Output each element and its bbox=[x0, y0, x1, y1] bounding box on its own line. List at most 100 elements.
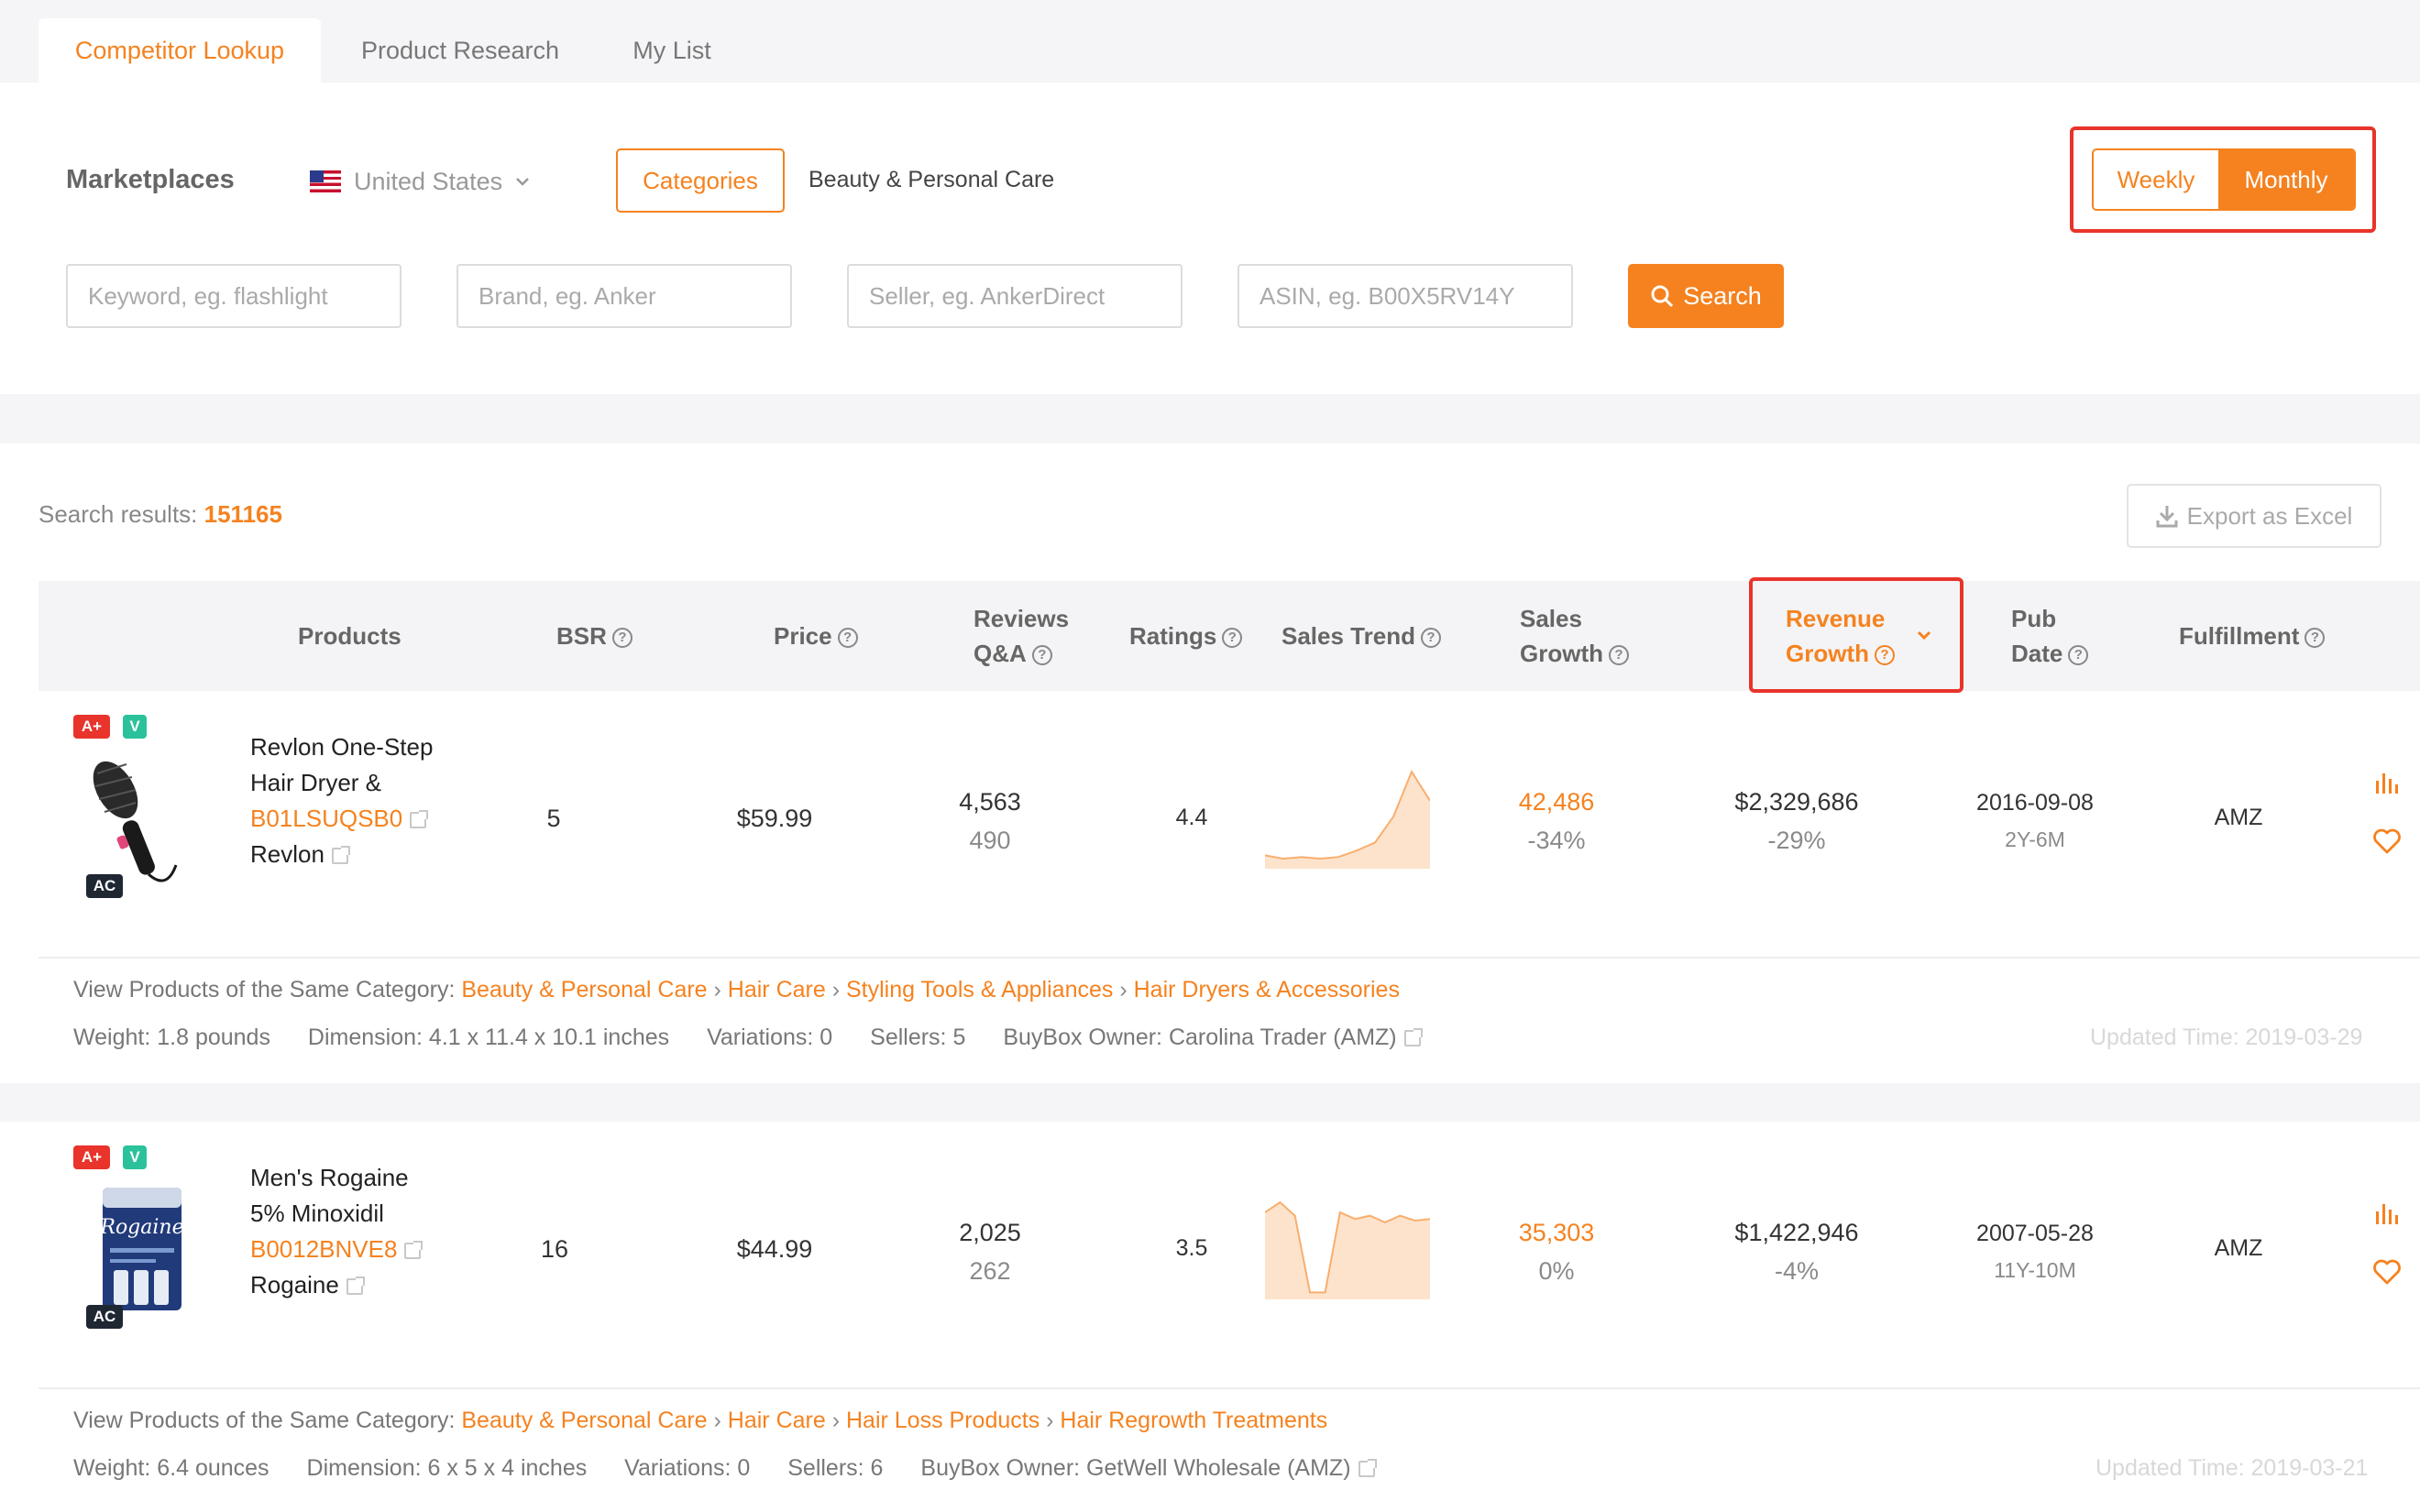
product-image[interactable]: Rogaine bbox=[95, 1184, 187, 1314]
age-value: 2Y-6M bbox=[2005, 827, 2065, 851]
product-title[interactable]: Revlon One-Step bbox=[250, 729, 433, 765]
product-title-cont[interactable]: 5% Minoxidil bbox=[250, 1196, 421, 1232]
heart-icon[interactable] bbox=[2372, 1259, 2402, 1285]
sort-desc-icon[interactable] bbox=[1916, 629, 1932, 641]
column-reviews-label: Reviews bbox=[974, 605, 1070, 632]
weight: Weight: 1.8 pounds bbox=[73, 1024, 270, 1050]
column-date-label: Date bbox=[2011, 640, 2063, 667]
reviews-cell: 4,563 490 bbox=[935, 783, 1045, 860]
fulfillment-value: AMZ bbox=[2214, 1235, 2263, 1261]
external-link-icon[interactable] bbox=[410, 810, 429, 829]
column-products[interactable]: Products bbox=[298, 619, 402, 653]
variations: Variations: 0 bbox=[707, 1024, 833, 1050]
external-link-icon[interactable] bbox=[331, 846, 350, 865]
updated-time: Updated Time: 2019-03-29 bbox=[2090, 1024, 2363, 1050]
brand-name[interactable]: Revlon bbox=[250, 840, 324, 868]
tab-my-list[interactable]: My List bbox=[605, 18, 739, 82]
external-link-icon[interactable] bbox=[1358, 1459, 1377, 1478]
marketplace-value: United States bbox=[354, 167, 503, 195]
column-revenue-growth[interactable]: Revenue Growth? bbox=[1786, 601, 1895, 671]
reviews-count: 2,025 bbox=[959, 1219, 1021, 1246]
sellers: Sellers: 5 bbox=[870, 1024, 966, 1050]
svg-text:Rogaine: Rogaine bbox=[99, 1216, 183, 1239]
column-reviews-qa[interactable]: Reviews Q&A? bbox=[974, 601, 1069, 671]
external-link-icon[interactable] bbox=[346, 1276, 365, 1296]
revenue-value: $1,422,946 bbox=[1734, 1219, 1859, 1246]
column-sales-trend-label: Sales Trend bbox=[1282, 622, 1415, 650]
aplus-badge: A+ bbox=[73, 1145, 110, 1169]
asin-link[interactable]: B01LSUQSB0 bbox=[250, 805, 402, 832]
bar-chart-icon[interactable] bbox=[2374, 1202, 2402, 1226]
tab-bar: Competitor Lookup Product Research My Li… bbox=[0, 0, 2420, 82]
export-label: Export as Excel bbox=[2186, 501, 2353, 530]
help-icon[interactable]: ? bbox=[1875, 645, 1895, 666]
column-pub-date[interactable]: Pub Date? bbox=[2011, 601, 2089, 671]
product-specs: Weight: 6.4 ounces Dimension: 6 x 5 x 4 … bbox=[73, 1455, 1377, 1482]
marketplaces-label: Marketplaces bbox=[66, 165, 235, 194]
monthly-button[interactable]: Monthly bbox=[2218, 150, 2354, 209]
revenue-growth-value: -4% bbox=[1774, 1257, 1819, 1285]
amazons-choice-badge: AC bbox=[86, 874, 123, 898]
category-link[interactable]: Hair Loss Products bbox=[846, 1408, 1040, 1433]
column-fulfillment[interactable]: Fulfillment? bbox=[2179, 619, 2326, 653]
seller-input[interactable]: Seller, eg. AnkerDirect bbox=[847, 264, 1182, 328]
help-icon[interactable]: ? bbox=[1031, 645, 1052, 666]
sellers: Sellers: 6 bbox=[787, 1455, 884, 1481]
asin-link[interactable]: B0012BNVE8 bbox=[250, 1235, 397, 1263]
sales-cell: 42,486 -34% bbox=[1492, 783, 1621, 860]
column-sales-growth[interactable]: Sales Growth? bbox=[1520, 601, 1629, 671]
asin-input[interactable]: ASIN, eg. B00X5RV14Y bbox=[1238, 264, 1573, 328]
tab-product-research[interactable]: Product Research bbox=[339, 18, 581, 82]
external-link-icon[interactable] bbox=[1403, 1028, 1423, 1047]
help-icon[interactable]: ? bbox=[2304, 628, 2326, 649]
help-icon[interactable]: ? bbox=[837, 628, 858, 649]
column-price[interactable]: Price? bbox=[774, 619, 858, 653]
categories-button[interactable]: Categories bbox=[616, 148, 785, 213]
marketplace-select[interactable]: United States bbox=[310, 161, 530, 202]
export-excel-button[interactable]: Export as Excel bbox=[2127, 484, 2382, 548]
category-path: View Products of the Same Category: Beau… bbox=[73, 1408, 1328, 1433]
column-ratings[interactable]: Ratings? bbox=[1129, 619, 1243, 653]
weekly-button[interactable]: Weekly bbox=[2094, 150, 2218, 209]
aplus-badge: A+ bbox=[73, 715, 110, 739]
heart-icon[interactable] bbox=[2372, 828, 2402, 854]
column-bsr[interactable]: BSR? bbox=[556, 619, 632, 653]
results-label: Search results: bbox=[38, 500, 198, 528]
category-link[interactable]: Hair Care bbox=[728, 1408, 826, 1433]
category-prefix: View Products of the Same Category: bbox=[73, 1408, 456, 1433]
keyword-input[interactable]: Keyword, eg. flashlight bbox=[66, 264, 402, 328]
verified-badge: V bbox=[123, 1145, 147, 1169]
search-icon bbox=[1651, 285, 1674, 308]
amazons-choice-badge: AC bbox=[86, 1305, 123, 1329]
sales-trend-sparkline[interactable] bbox=[1265, 768, 1430, 869]
category-link[interactable]: Styling Tools & Appliances bbox=[846, 977, 1113, 1003]
help-icon[interactable]: ? bbox=[1222, 628, 1243, 649]
revenue-cell: $1,422,946 -4% bbox=[1714, 1213, 1879, 1290]
search-button[interactable]: Search bbox=[1628, 264, 1784, 328]
help-icon[interactable]: ? bbox=[611, 628, 632, 649]
category-link[interactable]: Hair Dryers & Accessories bbox=[1134, 977, 1400, 1003]
product-specs: Weight: 1.8 pounds Dimension: 4.1 x 11.4… bbox=[73, 1024, 1423, 1051]
help-icon[interactable]: ? bbox=[2068, 645, 2089, 666]
brand-name[interactable]: Rogaine bbox=[250, 1271, 339, 1298]
tab-competitor-lookup[interactable]: Competitor Lookup bbox=[38, 18, 321, 82]
external-link-icon[interactable] bbox=[404, 1241, 424, 1260]
category-link[interactable]: Beauty & Personal Care bbox=[461, 1408, 707, 1433]
product-title[interactable]: Men's Rogaine bbox=[250, 1160, 421, 1196]
help-icon[interactable]: ? bbox=[1420, 628, 1441, 649]
sales-trend-sparkline[interactable] bbox=[1265, 1199, 1430, 1299]
help-icon[interactable]: ? bbox=[1609, 645, 1629, 666]
verified-badge: V bbox=[123, 715, 147, 739]
category-link[interactable]: Hair Care bbox=[728, 977, 826, 1003]
column-sales-trend[interactable]: Sales Trend? bbox=[1282, 619, 1441, 653]
brand-input[interactable]: Brand, eg. Anker bbox=[456, 264, 792, 328]
weight: Weight: 6.4 ounces bbox=[73, 1455, 270, 1481]
category-link[interactable]: Hair Regrowth Treatments bbox=[1060, 1408, 1327, 1433]
us-flag-icon bbox=[310, 170, 341, 192]
qa-count: 262 bbox=[969, 1257, 1011, 1285]
product-title-cont[interactable]: Hair Dryer & bbox=[250, 765, 433, 801]
bar-chart-icon[interactable] bbox=[2374, 772, 2402, 795]
product-image[interactable] bbox=[84, 755, 194, 893]
period-toggle: Weekly Monthly bbox=[2092, 148, 2356, 211]
category-link[interactable]: Beauty & Personal Care bbox=[461, 977, 707, 1003]
